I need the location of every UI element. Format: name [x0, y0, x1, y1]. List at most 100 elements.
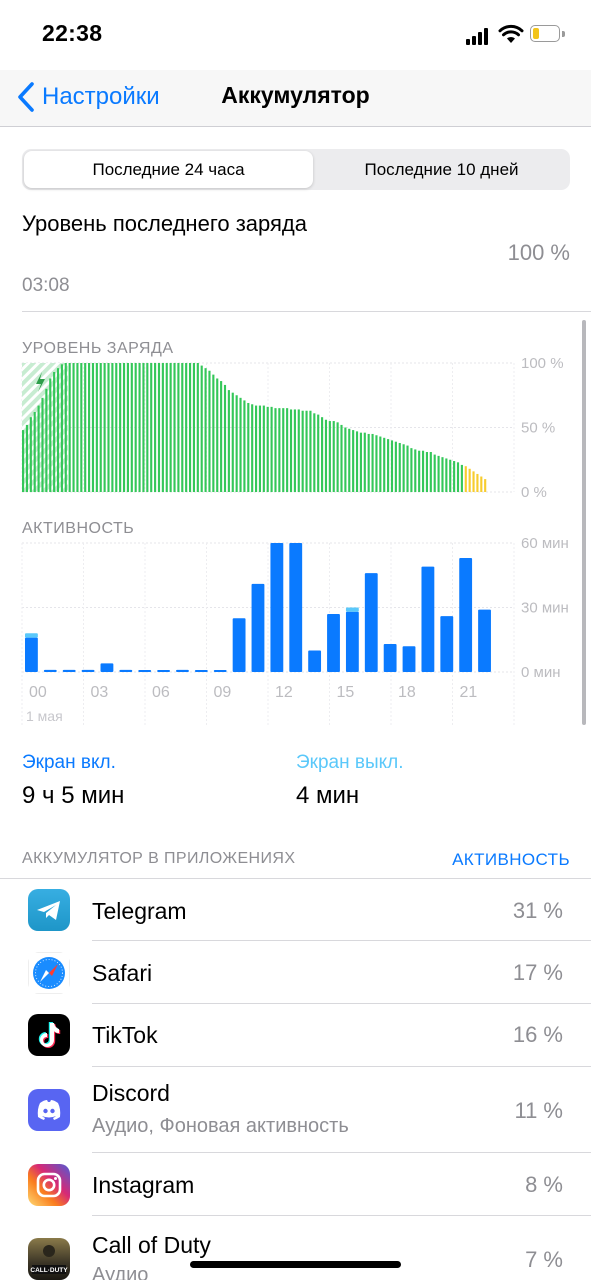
activity-tick-label: 60 мин	[521, 535, 569, 552]
level-bar	[64, 363, 67, 492]
discord-icon	[28, 1089, 70, 1131]
level-bar	[119, 363, 122, 492]
level-bar	[76, 363, 79, 492]
activity-tick-label: 30 мин	[521, 600, 569, 617]
level-bar	[56, 368, 60, 492]
level-bar	[332, 421, 335, 492]
level-bar	[282, 408, 285, 492]
level-bar	[383, 437, 386, 492]
battery-icon	[530, 25, 560, 42]
level-bar	[227, 390, 230, 492]
level-bar	[484, 479, 487, 492]
level-bar	[437, 455, 440, 492]
screen-off-value: 4 мин	[296, 782, 360, 809]
app-name: Instagram	[92, 1172, 195, 1198]
home-indicator[interactable]	[190, 1261, 401, 1268]
app-row-instagram[interactable]: Instagram 8 %	[0, 1153, 591, 1216]
level-bar	[456, 462, 460, 492]
activity-bar-screen-on	[345, 611, 359, 672]
level-bar	[274, 408, 277, 492]
level-bar	[173, 363, 176, 492]
activity-bar-screen-on	[383, 644, 397, 672]
level-bar	[336, 422, 339, 492]
level-bar	[266, 406, 269, 492]
app-percent: 8 %	[525, 1172, 563, 1197]
show-activity-button[interactable]: АКТИВНОСТЬ	[452, 850, 570, 870]
level-bar	[91, 363, 95, 492]
level-bar	[460, 464, 463, 492]
app-name: Telegram	[92, 898, 187, 924]
level-bar	[196, 363, 199, 492]
period-segmented-control: Последние 24 часа Последние 10 дней	[22, 149, 570, 190]
battery-cap	[562, 31, 565, 37]
level-bar	[387, 439, 390, 492]
activity-bar-screen-on	[138, 670, 152, 672]
level-bar	[406, 445, 409, 492]
level-bar	[375, 435, 378, 492]
wifi-icon	[498, 24, 524, 43]
activity-bar-screen-on	[478, 609, 491, 672]
app-row-tiktok[interactable]: TikTok 16 %	[0, 1004, 591, 1067]
level-bar	[445, 458, 448, 492]
level-bar	[359, 432, 362, 492]
level-bar	[414, 449, 417, 492]
level-tick-label: 100 %	[521, 355, 564, 372]
level-bar	[103, 363, 106, 492]
activity-bar-screen-on	[459, 558, 473, 672]
level-bar	[371, 433, 374, 492]
activity-bar-screen-off	[345, 607, 359, 612]
level-bar	[80, 363, 83, 492]
app-row-discord[interactable]: Discord Аудио, Фоновая активность 11 %	[0, 1067, 591, 1153]
x-tick-label: 15	[337, 684, 355, 701]
level-bar	[344, 427, 347, 492]
level-bar	[60, 364, 63, 492]
x-tick-label: 21	[460, 684, 478, 701]
x-tick-label: 18	[398, 684, 416, 701]
app-row-telegram[interactable]: Telegram 31 %	[0, 879, 591, 941]
level-bar	[37, 405, 40, 492]
level-bar	[181, 363, 184, 492]
level-bar	[286, 408, 289, 492]
level-bar	[239, 397, 242, 492]
level-bar	[25, 424, 29, 492]
level-bar	[301, 410, 304, 492]
level-bar	[394, 441, 397, 492]
level-bar	[185, 363, 188, 492]
segment-last-10-days[interactable]: Последние 10 дней	[315, 151, 568, 188]
status-bar: 22:38	[0, 0, 591, 70]
activity-bar-screen-on	[176, 669, 189, 672]
level-bar	[243, 400, 246, 492]
level-bar	[293, 409, 296, 492]
level-bar	[88, 363, 91, 492]
app-row-call-of-duty[interactable]: CALL·DUTY Call of Duty Аудио 7 %	[0, 1216, 591, 1280]
level-bar	[468, 468, 471, 492]
app-percent: 16 %	[512, 1022, 563, 1047]
app-name: TikTok	[92, 1022, 158, 1048]
activity-bar-screen-on	[251, 583, 265, 672]
level-bar	[223, 384, 227, 492]
level-bar	[258, 405, 262, 492]
navigation-bar: Настройки Аккумулятор	[0, 70, 591, 127]
level-bar	[220, 381, 223, 492]
activity-bar-screen-on	[25, 637, 38, 672]
x-tick-label: 12	[275, 684, 293, 701]
segment-last-24-hours[interactable]: Последние 24 часа	[24, 151, 313, 188]
level-bar	[95, 363, 98, 492]
activity-bar-screen-on	[81, 669, 95, 672]
level-bar	[134, 363, 137, 492]
level-bar	[251, 404, 254, 492]
level-bar	[45, 388, 48, 492]
activity-bar-screen-on	[157, 670, 170, 672]
divider	[22, 311, 591, 312]
activity-bar-screen-on	[194, 670, 208, 672]
level-bar	[208, 370, 211, 492]
safari-icon	[28, 952, 70, 994]
svg-text:CALL·DUTY: CALL·DUTY	[30, 1267, 68, 1274]
activity-tick-label: 0 мин	[521, 664, 561, 681]
level-bar	[154, 363, 157, 492]
level-bar	[247, 402, 250, 492]
app-subtitle: Аудио	[92, 1264, 149, 1280]
last-charge-time: 03:08	[22, 275, 70, 296]
scroll-indicator[interactable]	[582, 320, 586, 725]
app-row-safari[interactable]: Safari 17 %	[0, 941, 591, 1004]
